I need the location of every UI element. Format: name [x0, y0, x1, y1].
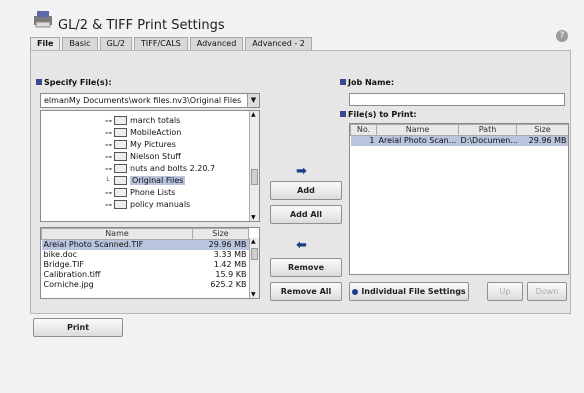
folder-icon	[114, 200, 127, 209]
specify-files-label: Specify File(s):	[36, 78, 112, 87]
tree-item-selected[interactable]: └ Original Files	[105, 175, 215, 187]
add-button[interactable]: Add	[270, 181, 342, 200]
job-name-field[interactable]	[349, 93, 565, 106]
tab-file[interactable]: File	[30, 37, 61, 51]
arrow-left-icon: ⬅	[296, 238, 307, 253]
table-row[interactable]: Corniche.jpg 625.2 KB	[42, 280, 249, 290]
chevron-down-icon[interactable]: ▼	[247, 94, 259, 107]
scroll-down-icon[interactable]: ▼	[251, 291, 256, 298]
tree-item[interactable]: ⊶ Phone Lists	[105, 187, 215, 199]
tree-item[interactable]: ⊶ Nielson Stuff	[105, 151, 215, 163]
remove-all-button[interactable]: Remove All	[270, 282, 342, 301]
col-size-header[interactable]: Size	[192, 228, 249, 240]
help-icon[interactable]: ?	[556, 30, 568, 42]
down-button[interactable]: Down	[527, 282, 567, 301]
col-no-header[interactable]: No.	[350, 124, 377, 136]
tree-item[interactable]: ⊶ nuts and bolts 2.20.7	[105, 163, 215, 175]
arrow-right-icon: ➡	[296, 164, 307, 179]
path-value: elmanMy Documents\work files.nv3\Origina…	[44, 96, 242, 105]
folder-tree[interactable]: ⊶ march totals ⊶ MobileAction ⊶ My Pictures…	[40, 110, 260, 222]
tree-item[interactable]: ⊶ policy manuals	[105, 199, 215, 211]
add-all-button[interactable]: Add All	[270, 205, 342, 224]
up-button[interactable]: Up	[487, 282, 523, 301]
folder-icon	[114, 176, 127, 185]
folder-icon	[114, 188, 127, 197]
col-name-header[interactable]: Name	[41, 228, 193, 240]
tab-bar: File Basic GL/2 TIFF/CALS Advanced Advan…	[30, 37, 314, 51]
col-size-header[interactable]: Size	[516, 124, 568, 136]
col-name-header[interactable]: Name	[376, 124, 459, 136]
individual-file-settings-button[interactable]: Individual File Settings	[349, 282, 469, 301]
print-list[interactable]: No. Name Path Size 1 Areial Photo Scan..…	[349, 123, 569, 275]
scroll-thumb[interactable]	[251, 248, 258, 260]
table-row[interactable]: Areial Photo Scanned.TIF 29.96 MB	[41, 239, 249, 250]
col-path-header[interactable]: Path	[458, 124, 517, 136]
table-row[interactable]: 1 Areial Photo Scan... D:\Documen... 29.…	[350, 135, 568, 146]
tab-advanced-2[interactable]: Advanced - 2	[245, 37, 312, 50]
tab-tiff-cals[interactable]: TIFF/CALS	[134, 37, 188, 50]
tree-scrollbar[interactable]: ▲ ▼	[249, 111, 259, 221]
folder-icon	[114, 128, 127, 137]
scroll-thumb[interactable]	[251, 169, 258, 185]
tree-item[interactable]: ⊶ MobileAction	[105, 127, 215, 139]
tab-gl2[interactable]: GL/2	[99, 37, 133, 50]
tree-item[interactable]: ⊶ march totals	[105, 115, 215, 127]
table-row[interactable]: Calibration.tiff 15.9 KB	[42, 270, 249, 280]
bullet-icon	[352, 288, 359, 295]
scroll-down-icon[interactable]: ▼	[251, 214, 256, 221]
remove-button[interactable]: Remove	[270, 258, 342, 277]
folder-icon	[114, 116, 127, 125]
folder-icon	[114, 164, 127, 173]
table-row[interactable]: Bridge.TIF 1.42 MB	[42, 260, 249, 270]
file-list[interactable]: Name Size Areial Photo Scanned.TIF 29.96…	[40, 227, 260, 299]
file-list-scrollbar[interactable]: ▲ ▼	[249, 238, 259, 298]
files-to-print-label: File(s) to Print:	[340, 110, 417, 119]
folder-icon	[114, 140, 127, 149]
print-button[interactable]: Print	[33, 318, 123, 337]
page-title: GL/2 & TIFF Print Settings	[58, 18, 225, 33]
path-select[interactable]: elmanMy Documents\work files.nv3\Origina…	[40, 93, 260, 108]
tree-item[interactable]: ⊶ My Pictures	[105, 139, 215, 151]
app-logo-icon	[32, 10, 54, 28]
folder-icon	[114, 152, 127, 161]
tab-advanced[interactable]: Advanced	[189, 37, 244, 50]
tab-basic[interactable]: Basic	[62, 37, 98, 50]
scroll-up-icon[interactable]: ▲	[251, 111, 256, 118]
job-name-label: Job Name:	[340, 78, 394, 87]
table-row[interactable]: bike.doc 3.33 MB	[42, 250, 249, 260]
scroll-up-icon[interactable]: ▲	[251, 238, 256, 245]
